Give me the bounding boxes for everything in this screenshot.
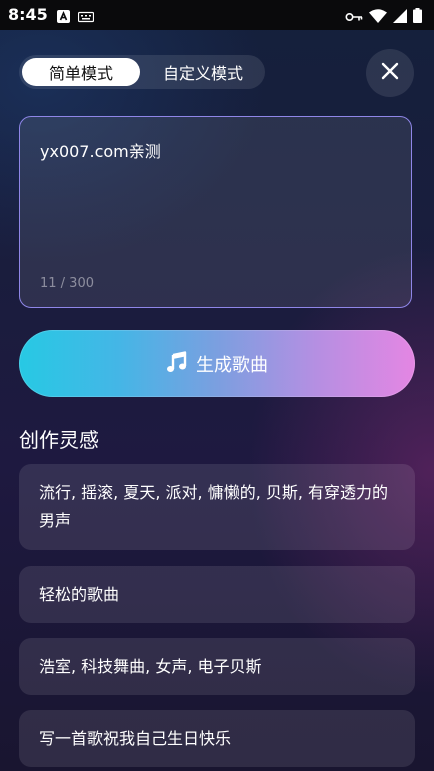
signal-icon xyxy=(393,8,407,27)
status-icons-right xyxy=(345,8,422,27)
status-icons-left xyxy=(57,8,95,27)
tab-custom-mode[interactable]: 自定义模式 xyxy=(145,58,261,86)
generate-song-button[interactable]: 生成歌曲 xyxy=(19,330,415,397)
inspiration-item[interactable]: 轻松的歌曲 xyxy=(19,566,415,623)
close-button[interactable] xyxy=(366,49,414,97)
battery-icon xyxy=(413,8,422,27)
mode-switch: 简单模式 自定义模式 xyxy=(19,55,265,89)
inspiration-title: 创作灵感 xyxy=(19,428,99,452)
vpn-key-icon xyxy=(345,8,363,27)
inspiration-item[interactable]: 浩室, 科技舞曲, 女声, 电子贝斯 xyxy=(19,638,415,695)
prompt-textarea[interactable]: yx007.com亲测 11 / 300 xyxy=(19,116,412,308)
generate-song-label: 生成歌曲 xyxy=(196,354,268,376)
inspiration-item[interactable]: 写一首歌祝我自己生日快乐 xyxy=(19,710,415,767)
music-note-icon xyxy=(166,350,188,377)
prompt-text: yx007.com亲测 xyxy=(40,142,161,161)
inspiration-item[interactable]: 流行, 摇滚, 夏天, 派对, 慵懒的, 贝斯, 有穿透力的男声 xyxy=(19,464,415,550)
app-a-icon xyxy=(57,8,70,27)
status-time: 8:45 xyxy=(8,5,48,24)
status-bar: 8:45 xyxy=(0,0,434,30)
tab-simple-mode[interactable]: 简单模式 xyxy=(22,58,140,86)
character-counter: 11 / 300 xyxy=(40,276,94,291)
close-icon xyxy=(381,62,399,84)
wifi-icon xyxy=(369,8,387,27)
keyboard-icon xyxy=(77,8,95,27)
